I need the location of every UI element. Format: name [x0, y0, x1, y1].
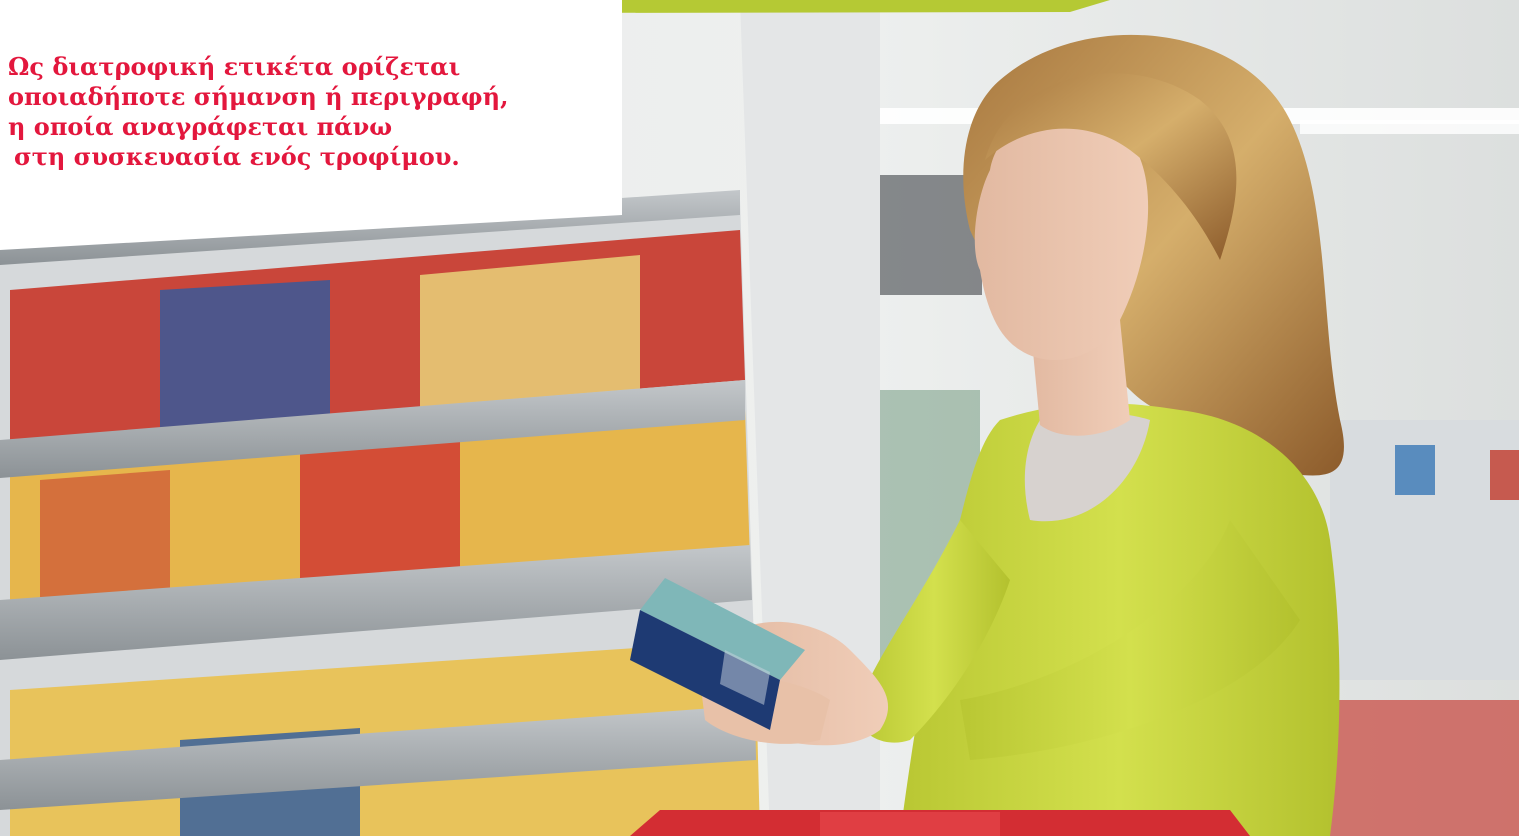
caption-line-2: οποιαδήποτε σήμανση ή περιγραφή, [8, 82, 509, 111]
background-product-2 [1490, 450, 1519, 500]
caption-card: Ως διατροφική ετικέτα ορίζεται οποιαδήπο… [0, 0, 622, 250]
basket-highlight [820, 812, 1000, 836]
background-freezer [1330, 700, 1519, 836]
caption-line-3: η οποία αναγράφεται πάνω [8, 112, 393, 141]
caption-line-4: στη συσκευασία ενός τροφίμου. [14, 142, 460, 171]
product-row-middle-accent-2 [40, 470, 170, 605]
caption-text: Ως διατροφική ετικέτα ορίζεται οποιαδήπο… [8, 52, 508, 172]
ceiling-light-strip-2 [1300, 120, 1519, 134]
background-product-1 [1395, 445, 1435, 495]
caption-line-1: Ως διατροφική ετικέτα ορίζεται [8, 52, 461, 81]
